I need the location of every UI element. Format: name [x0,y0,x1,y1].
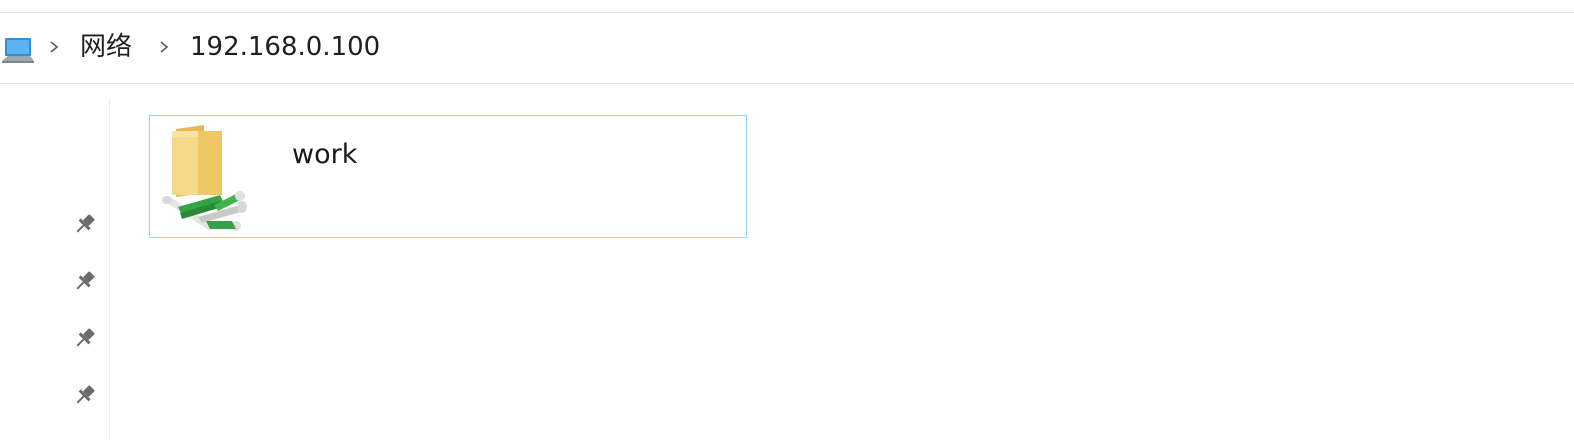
file-list: work [110,98,1574,440]
explorer-window: 网络 192.168.0.100 work [0,0,1574,440]
network-share-folder-icon [162,125,247,231]
breadcrumb-network[interactable]: 网络 [80,31,132,63]
chevron-right-icon[interactable] [157,37,171,57]
address-bar[interactable]: 网络 192.168.0.100 [0,13,1574,84]
item-name[interactable]: work [292,139,357,171]
network-share-item[interactable]: work [149,115,747,238]
pin-icon[interactable] [72,325,98,351]
this-pc-icon[interactable] [2,35,34,65]
chevron-right-icon[interactable] [47,37,61,57]
pin-icon[interactable] [72,211,98,237]
breadcrumb-host[interactable]: 192.168.0.100 [190,31,380,63]
pin-icon[interactable] [72,382,98,408]
toolbar-edge [0,0,1574,13]
pin-icon[interactable] [72,268,98,294]
navigation-pane [0,98,110,440]
